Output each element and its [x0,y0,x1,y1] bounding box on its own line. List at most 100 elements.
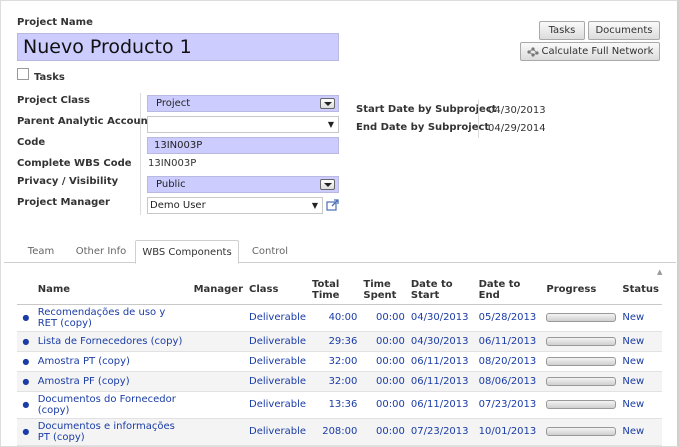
row-manager [190,418,247,446]
row-time-spent: 00:00 [360,351,408,372]
row-name-link[interactable]: Amostra PT (copy) [34,351,191,372]
row-name-link[interactable]: Documentos do Fornecedor (copy) [34,391,191,419]
row-time-spent: 00:00 [360,304,408,332]
table-row[interactable]: ● Documentos e informações PT (copy) Deliv… [17,418,662,446]
row-date-end: 10/01/2013 [475,418,544,446]
progress-bar [546,356,617,366]
row-date-end: 06/11/2013 [475,331,544,352]
external-link-icon[interactable] [326,199,340,211]
row-date-end: 08/20/2013 [475,351,544,372]
tasks-checkbox[interactable] [17,68,29,80]
calculate-label: Calculate Full Network [541,46,654,57]
row-class[interactable]: Deliverable [246,391,310,419]
tab-control[interactable]: Control [242,240,298,263]
row-date-start: 04/30/2013 [407,331,476,352]
row-progress-bar [543,351,620,372]
project-manager-select[interactable]: Demo User ▼ [147,197,323,214]
tab-team[interactable]: Team [18,240,64,263]
header-status[interactable]: Status [619,276,662,305]
row-progress-bar [543,418,620,446]
row-status: New [619,391,662,419]
privacy-label: Privacy / Visibility [17,176,119,187]
row-class[interactable]: Deliverable [246,304,310,332]
row-bullet-icon: ● [17,371,35,392]
row-manager [190,351,247,372]
table-row[interactable]: ● Amostra PF (copy) Deliverable 32:00 00:00 0… [17,371,662,392]
row-total-time: 13:36 [309,391,361,419]
tab-wbs-components[interactable]: WBS Components [135,240,239,264]
tab-other-info[interactable]: Other Info [68,240,134,263]
row-status: New [619,304,662,332]
parent-account-label: Parent Analytic Account [17,116,153,127]
table-row[interactable]: ● Lista de Fornecedores (copy) Deliverable… [17,331,662,352]
row-time-spent: 00:00 [360,371,408,392]
tasks-button[interactable]: Tasks [539,21,585,40]
row-name-link[interactable]: Lista de Fornecedores (copy) [34,331,191,352]
table-row[interactable]: ● Amostra PT (copy) Deliverable 32:00 00:00 0… [17,351,662,372]
row-total-time: 32:00 [309,351,361,372]
row-name-link[interactable]: Documentos e informações PT (copy) [34,418,191,446]
end-date-label: End Date by Subproject [356,122,490,133]
header-class[interactable]: Class [246,276,310,305]
tasks-checkbox-label: Tasks [34,72,65,83]
row-manager [190,331,247,352]
header-manager[interactable]: Manager [190,276,247,305]
calculate-full-network-button[interactable]: Calculate Full Network [520,42,660,61]
header-total-time[interactable]: Total Time [309,276,361,305]
parent-account-select[interactable]: ▼ [147,116,339,133]
chevron-down-icon[interactable]: ▼ [328,120,334,129]
header-bullet [17,276,35,305]
table-row[interactable]: ● Recomendações de uso y RET (copy) Delive… [17,304,662,332]
header-progress[interactable]: Progress [543,276,620,305]
row-class[interactable]: Deliverable [246,351,310,372]
code-input[interactable]: 13IN003P [147,137,339,154]
row-bullet-icon: ● [17,391,35,419]
row-class[interactable]: Deliverable [246,331,310,352]
progress-bar [546,400,617,409]
header-name[interactable]: Name [34,276,191,305]
table-header-row: Name Manager Class Total Time Time Spent… [17,276,662,305]
documents-button[interactable]: Documents [588,21,660,40]
row-bullet-icon: ● [17,351,35,372]
header-time-spent[interactable]: Time Spent [360,276,408,305]
start-date-label: Start Date by Subproject [356,104,497,115]
row-status: New [619,331,662,352]
row-manager [190,391,247,419]
row-date-end: 05/28/2013 [475,304,544,332]
project-name-label: Project Name [17,17,93,28]
row-total-time: 40:00 [309,304,361,332]
privacy-value: Public [156,179,186,190]
row-status: New [619,351,662,372]
progress-bar [546,313,617,322]
row-date-start: 04/30/2013 [407,304,476,332]
scroll-up-icon[interactable]: ▲ [657,268,662,276]
project-name-input[interactable]: Nuevo Producto 1 [17,33,339,61]
row-total-time: 29:36 [309,331,361,352]
row-progress-bar [543,304,620,332]
chevron-down-icon[interactable] [320,179,335,190]
row-class[interactable]: Deliverable [246,371,310,392]
row-status: New [619,371,662,392]
table-row[interactable]: ● Documentos do Fornecedor (copy) Delivera… [17,391,662,419]
privacy-select[interactable]: Public [147,176,339,193]
row-class[interactable]: Deliverable [246,418,310,446]
progress-bar [546,376,617,386]
chevron-down-icon[interactable]: ▼ [312,201,318,210]
row-total-time: 208:00 [309,418,361,446]
chevron-down-icon[interactable] [320,98,335,109]
row-bullet-icon: ● [17,418,35,446]
row-status: New [619,418,662,446]
header-date-end[interactable]: Date to End [475,276,544,305]
row-name-link[interactable]: Recomendações de uso y RET (copy) [34,304,191,332]
network-icon [526,46,539,57]
row-time-spent: 00:00 [360,418,408,446]
code-label: Code [17,137,46,148]
progress-bar [546,427,617,436]
header-date-start[interactable]: Date to Start [407,276,476,305]
project-class-value: Project [156,98,191,109]
row-name-link[interactable]: Amostra PF (copy) [34,371,191,392]
row-manager [190,304,247,332]
tab-bar: Team Other Info WBS Components Control [4,240,676,264]
row-progress-bar [543,391,620,419]
project-class-select[interactable]: Project [147,95,339,112]
